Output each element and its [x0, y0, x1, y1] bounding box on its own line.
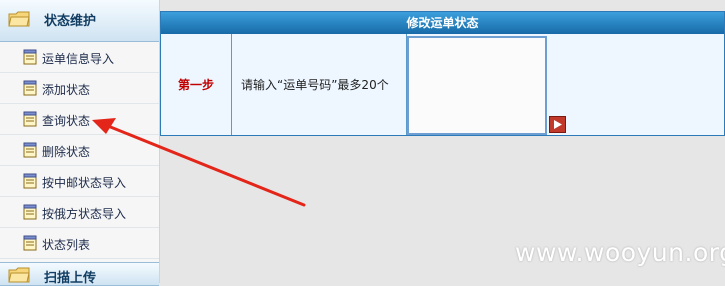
menu-item-import-by-china-post-status[interactable]: 按中邮状态导入	[0, 166, 159, 197]
menu-item-add-status[interactable]: 添加状态	[0, 73, 159, 104]
folder-icon	[8, 11, 30, 27]
menu-item-label: 按俄方状态导入	[42, 207, 127, 221]
section-header-scan-upload[interactable]: 扫描上传	[0, 262, 159, 286]
menu-item-label: 状态列表	[42, 238, 91, 252]
section-title: 扫描上传	[44, 271, 97, 286]
notepad-icon	[23, 204, 37, 220]
watermark: www.wooyun.org	[515, 238, 725, 267]
notepad-icon	[23, 80, 37, 96]
menu-item-label: 运单信息导入	[42, 52, 115, 66]
notepad-icon	[23, 49, 37, 65]
notepad-icon	[23, 235, 37, 251]
panel-title: 修改运单状态	[161, 12, 724, 34]
instruction-text: 请输入“运单号码”最多20个	[232, 34, 407, 135]
menu-item-label: 添加状态	[42, 83, 91, 97]
menu-item-delete-status[interactable]: 删除状态	[0, 135, 159, 166]
notepad-icon	[23, 142, 37, 158]
menu-item-import-by-russian-status[interactable]: 按俄方状态导入	[0, 197, 159, 228]
menu-item-label: 查询状态	[42, 114, 91, 128]
section-title: 状态维护	[44, 14, 97, 29]
notepad-icon	[23, 111, 37, 127]
waybill-number-input[interactable]	[407, 36, 547, 135]
section-header-status-maintenance[interactable]: 状态维护	[0, 0, 159, 42]
menu-item-status-list[interactable]: 状态列表	[0, 228, 159, 259]
menu-item-waybill-import[interactable]: 运单信息导入	[0, 42, 159, 73]
notepad-icon	[23, 173, 37, 189]
modify-waybill-status-panel: 修改运单状态 第一步 请输入“运单号码”最多20个	[160, 11, 725, 136]
menu-item-label: 按中邮状态导入	[42, 176, 127, 190]
menu-item-label: 删除状态	[42, 145, 91, 159]
play-arrow-icon	[554, 120, 562, 129]
menu-item-query-status[interactable]: 查询状态	[0, 104, 159, 135]
submit-button[interactable]	[549, 116, 566, 133]
folder-icon	[8, 267, 30, 283]
sidebar: 状态维护 运单信息导入 添加状态 查询状态 删除状态 按中邮状态导入 按俄方状态…	[0, 0, 160, 286]
step-label: 第一步	[161, 34, 232, 135]
